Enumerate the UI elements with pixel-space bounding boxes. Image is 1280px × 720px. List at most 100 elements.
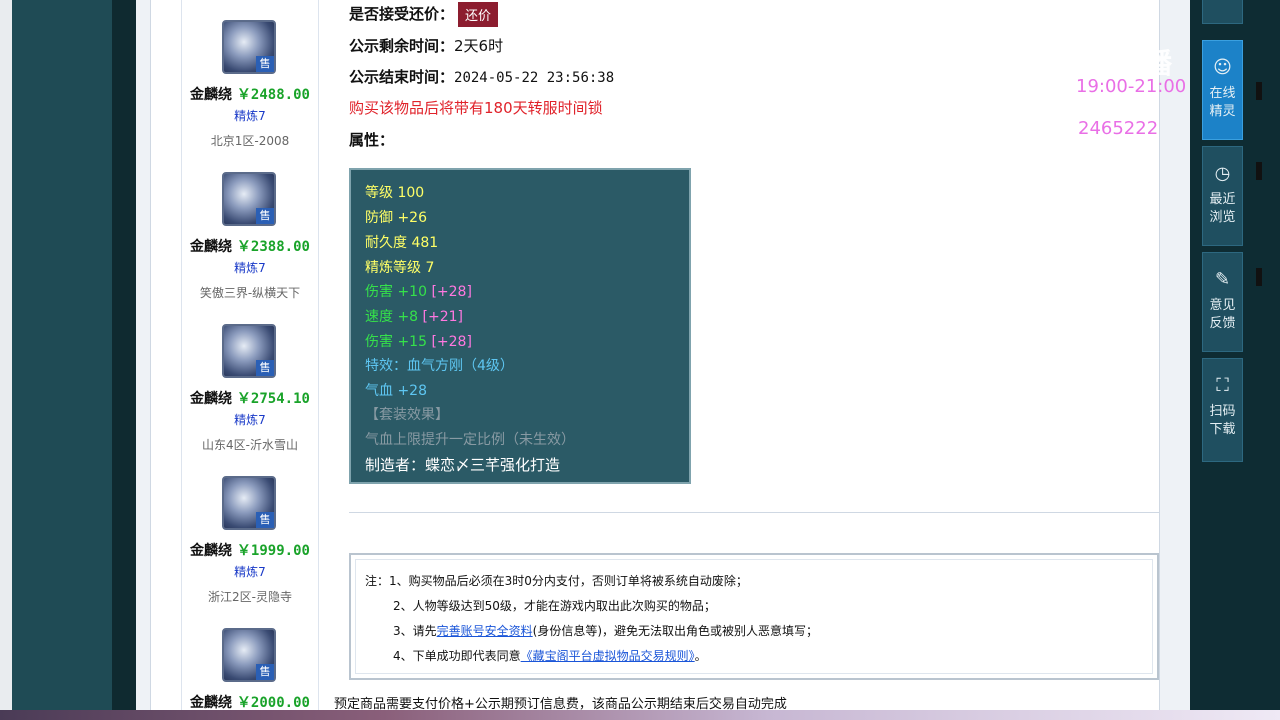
listing-refine: 精炼7	[234, 261, 266, 275]
ring-icon[interactable]: 售	[222, 324, 276, 378]
sale-badge: 售	[256, 208, 274, 224]
end-row: 公示结束时间：2024-05-22 23:56:38	[349, 66, 614, 87]
scan-icon: ⛶	[1216, 375, 1229, 396]
scan-download-button[interactable]: ⛶ 扫码下载	[1202, 358, 1243, 462]
security-info-link[interactable]: 完善账号安全资料	[437, 624, 533, 638]
listing-server: 笑傲三界-纵横天下	[199, 286, 301, 300]
scroll-marker	[1256, 268, 1262, 286]
bargain-row: 是否接受还价： 还价	[349, 2, 499, 27]
attr-set-desc: 气血上限提升一定比例（未生效）	[365, 432, 575, 448]
attr-damage-1-value: 伤害 +10	[365, 284, 427, 300]
helper-icon: ☺	[1213, 57, 1232, 78]
attributes-label: 属性：	[349, 131, 395, 149]
listing-item[interactable]: 售 金麟绕 ￥2754.10 精炼7 山东4区-沂水雪山	[182, 322, 318, 474]
listing-name: 金麟绕	[190, 87, 233, 103]
listing-refine: 精炼7	[234, 413, 266, 427]
listing-item[interactable]: 售 金麟绕 ￥2000.00	[182, 626, 318, 710]
listing-price: ￥2754.10	[236, 391, 310, 407]
feedback-button[interactable]: ✎ 意见反馈	[1202, 252, 1243, 352]
attr-refine-level: 精炼等级 7	[365, 260, 435, 276]
ring-icon[interactable]: 售	[222, 628, 276, 682]
listing-title[interactable]: 金麟绕 ￥2754.10	[182, 388, 318, 408]
left-shadow	[112, 0, 136, 720]
listing-title[interactable]: 金麟绕 ￥2388.00	[182, 236, 318, 256]
end-label: 公示结束时间：	[349, 68, 455, 86]
note-3-prefix: 3、请先	[393, 624, 437, 638]
attributes-panel: 等级 100 防御 +26 耐久度 481 精炼等级 7 伤害 +10 [+28…	[349, 168, 691, 484]
purchase-notes: 注：1、购买物品后必须在3时0分内支付，否则订单将被系统自动废除； 2、人物等级…	[349, 553, 1159, 680]
desktop-strip	[0, 710, 1280, 720]
attributes-heading: 属性：	[349, 129, 394, 150]
attr-durability: 耐久度 481	[365, 235, 439, 251]
listing-item[interactable]: 售 金麟绕 ￥2488.00 精炼7 北京1区-2008	[182, 18, 318, 170]
note-4: 4、下单成功即代表同意《藏宝阁平台虚拟物品交易规则》。	[393, 647, 707, 664]
listing-server: 浙江2区-灵隐寺	[208, 590, 292, 604]
listing-title[interactable]: 金麟绕 ￥2488.00	[182, 84, 318, 104]
online-helper-label: 在线精灵	[1209, 86, 1236, 119]
ring-icon[interactable]: 售	[222, 172, 276, 226]
scroll-marker	[1256, 82, 1262, 100]
transfer-lock-warning: 购买该物品后将带有180天转服时间锁	[349, 99, 603, 117]
note-1: 注：1、购买物品后必须在3时0分内支付，否则订单将被系统自动废除；	[365, 574, 748, 588]
attr-defense: 防御 +26	[365, 210, 427, 226]
attr-speed-bonus: [+21]	[422, 309, 464, 325]
listing-item[interactable]: 售 金麟绕 ￥2388.00 精炼7 笑傲三界-纵横天下	[182, 170, 318, 322]
attr-damage-1: 伤害 +10 [+28]	[365, 281, 472, 301]
clock-icon: ◷	[1214, 163, 1231, 184]
attr-maker: 制造者：蝶恋〆三芊强化打造	[365, 456, 561, 474]
listing-price: ￥2000.00	[236, 695, 310, 710]
listing-name: 金麟绕	[190, 543, 233, 559]
note-3: 3、请先完善账号安全资料(身份信息等)，避免无法取出角色或被别人恶意填写；	[393, 622, 818, 639]
sale-badge: 售	[256, 56, 274, 72]
attr-speed-value: 速度 +8	[365, 309, 419, 325]
attr-effect: 特效：血气方刚（4级）	[365, 358, 514, 374]
stream-number-overlay: 2465222	[1078, 118, 1159, 139]
sale-badge: 售	[256, 360, 274, 376]
content-area: 售 金麟绕 ￥2488.00 精炼7 北京1区-2008 售 金麟绕 ￥2388…	[150, 0, 1160, 710]
listing-refine: 精炼7	[234, 109, 266, 123]
recent-browse-label: 最近浏览	[1209, 192, 1236, 225]
remain-value: 2天6时	[454, 37, 504, 55]
note-3-suffix: (身份信息等)，避免无法取出角色或被别人恶意填写；	[532, 624, 819, 638]
sale-badge: 售	[256, 512, 274, 528]
note-2: 2、人物等级达到50级，才能在游戏内取出此次购买的物品；	[393, 599, 716, 613]
ring-icon[interactable]: 售	[222, 476, 276, 530]
remain-label: 公示剩余时间：	[349, 37, 455, 55]
edit-icon: ✎	[1214, 269, 1231, 290]
note-4-prefix: 4、下单成功即代表同意	[393, 649, 521, 663]
page: 售 金麟绕 ￥2488.00 精炼7 北京1区-2008 售 金麟绕 ￥2388…	[136, 0, 1190, 712]
bargain-button[interactable]: 还价	[458, 2, 499, 27]
attr-level: 等级 100	[365, 185, 425, 201]
listing-price: ￥2488.00	[236, 87, 310, 103]
scroll-marker	[1256, 162, 1262, 180]
attr-speed: 速度 +8 [+21]	[365, 306, 463, 326]
listing-name: 金麟绕	[190, 239, 233, 255]
toolbar-top-button[interactable]	[1202, 0, 1243, 24]
attr-damage-2: 伤害 +15 [+28]	[365, 331, 472, 351]
trade-rules-link[interactable]: 《藏宝阁平台虚拟物品交易规则》	[521, 649, 695, 663]
listing-title[interactable]: 金麟绕 ￥2000.00	[182, 692, 318, 710]
listing-server: 北京1区-2008	[210, 134, 290, 148]
attr-damage-2-value: 伤害 +15	[365, 334, 427, 350]
listing-price: ￥2388.00	[236, 239, 310, 255]
stream-time-overlay: 19:00-21:00	[1076, 76, 1187, 97]
online-helper-button[interactable]: ☺ 在线精灵	[1202, 40, 1243, 140]
listing-title[interactable]: 金麟绕 ￥1999.00	[182, 540, 318, 560]
related-listings: 售 金麟绕 ￥2488.00 精炼7 北京1区-2008 售 金麟绕 ￥2388…	[181, 0, 319, 710]
sale-badge: 售	[256, 664, 274, 680]
attr-set-effect: 【套装效果】	[365, 407, 449, 423]
right-toolbar: ☺ 在线精灵 ◷ 最近浏览 ✎ 意见反馈 ⛶ 扫码下载	[1190, 0, 1280, 720]
attr-hp: 气血 +28	[365, 383, 427, 399]
listing-item[interactable]: 售 金麟绕 ￥1999.00 精炼7 浙江2区-灵隐寺	[182, 474, 318, 626]
listing-name: 金麟绕	[190, 695, 233, 710]
section-divider	[349, 512, 1159, 513]
ring-icon[interactable]: 售	[222, 20, 276, 74]
recent-browse-button[interactable]: ◷ 最近浏览	[1202, 146, 1243, 246]
listing-name: 金麟绕	[190, 391, 233, 407]
feedback-label: 意见反馈	[1209, 298, 1236, 331]
listing-price: ￥1999.00	[236, 543, 310, 559]
left-background	[12, 0, 112, 720]
listing-server: 山东4区-沂水雪山	[202, 438, 298, 452]
scan-download-label: 扫码下载	[1209, 404, 1236, 437]
listing-refine: 精炼7	[234, 565, 266, 579]
